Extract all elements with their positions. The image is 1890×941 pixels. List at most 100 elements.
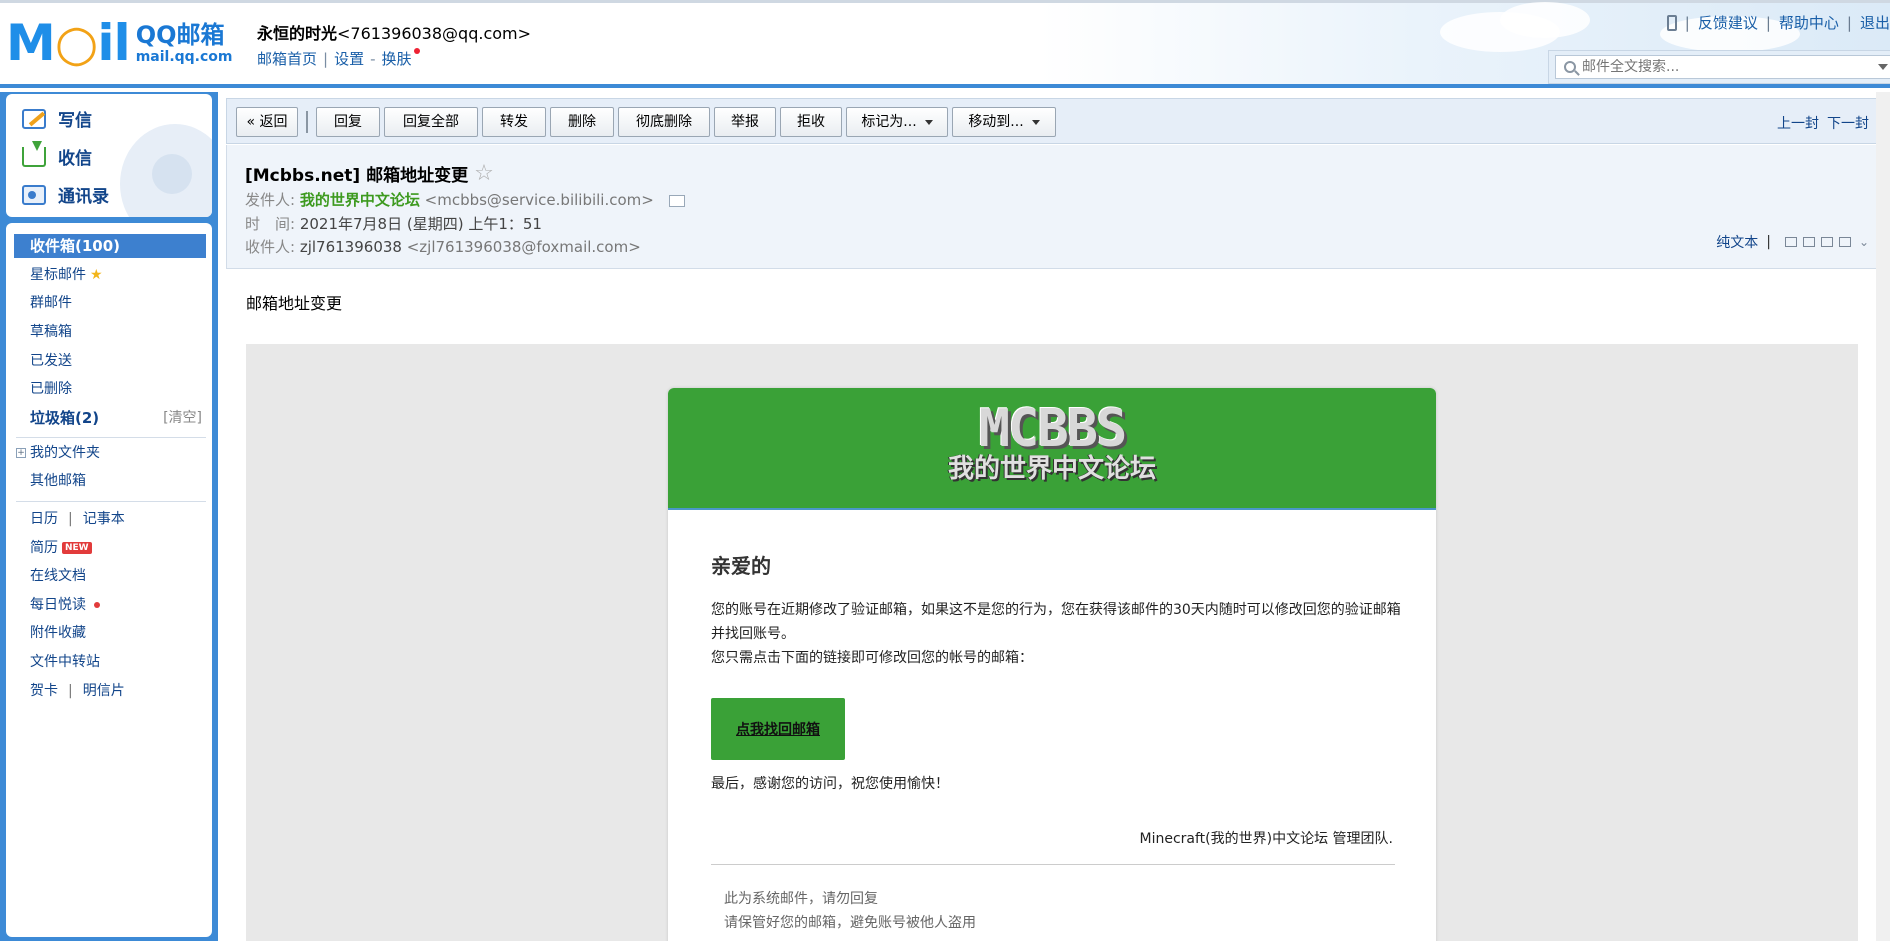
account-email: <761396038@qq.com> bbox=[337, 24, 532, 43]
account-info: 永恒的时光<761396038@qq.com> 邮箱首页 | 设置 - 换肤 bbox=[257, 24, 532, 69]
plain-text-link[interactable]: 纯文本 bbox=[1716, 232, 1758, 252]
expand-plus-icon[interactable]: + bbox=[16, 448, 26, 458]
reply-button[interactable]: 回复 bbox=[316, 107, 380, 137]
fullscreen-icon[interactable] bbox=[1802, 237, 1815, 247]
search-area bbox=[1548, 50, 1890, 84]
app-daily-reading[interactable]: 每日悦读 bbox=[14, 593, 206, 617]
footer-note: 此为系统邮件，请勿回复 bbox=[724, 891, 878, 907]
chevron-down-icon bbox=[1031, 119, 1040, 125]
app-cards: 贺卡 | 明信片 bbox=[30, 683, 125, 699]
feedback-link[interactable]: 反馈建议 bbox=[1698, 12, 1758, 33]
email-body-canvas: MCBBS 我的世界中文论坛 亲爱的 您的账号在近期修改了验证邮箱，如果这不是您… bbox=[246, 344, 1858, 941]
mail-time: 2021年7月8日 (星期四) 上午1：51 bbox=[299, 215, 542, 233]
signature: Minecraft(我的世界)中文论坛 管理团队. bbox=[1139, 831, 1393, 847]
notification-dot bbox=[413, 47, 420, 54]
back-button[interactable]: « 返回 bbox=[236, 107, 298, 137]
recipient-address: <zjl761396038@foxmail.com> bbox=[406, 238, 641, 256]
compose-icon bbox=[22, 108, 46, 129]
move-to-dropdown[interactable]: 移动到... bbox=[952, 107, 1056, 137]
main-content: « 返回 回复 回复全部 转发 删除 彻底删除 举报 拒收 标记为... 移动到… bbox=[218, 92, 1890, 941]
folder-inbox[interactable]: 收件箱(100) bbox=[14, 234, 206, 258]
contacts-label: 通讯录 bbox=[58, 187, 109, 207]
toolbar-separator bbox=[306, 111, 308, 133]
prev-mail-link[interactable]: 上一封 bbox=[1777, 113, 1819, 133]
report-button[interactable]: 举报 bbox=[714, 107, 776, 137]
receive-mail-button[interactable]: 收信 bbox=[22, 140, 92, 169]
app-file-transfer[interactable]: 文件中转站 bbox=[14, 650, 206, 674]
from-row: 发件人: 我的世界中文论坛 <mcbbs@service.bilibili.co… bbox=[245, 189, 685, 210]
mcbbs-logo: MCBBS 我的世界中文论坛 bbox=[932, 402, 1172, 494]
logout-link[interactable]: 退出 bbox=[1860, 12, 1890, 33]
junk-clear-link[interactable]: [清空] bbox=[163, 406, 202, 430]
help-center-link[interactable]: 帮助中心 bbox=[1779, 12, 1839, 33]
cloud-decoration bbox=[1500, 2, 1590, 38]
calendar-link[interactable]: 日历 bbox=[30, 511, 58, 527]
recipient-name: zjl761396038 bbox=[299, 238, 402, 256]
download-icon[interactable] bbox=[1820, 237, 1833, 247]
body-paragraph: 您的账号在近期修改了验证邮箱，如果这不是您的行为，您在获得该邮件的30天内随时可… bbox=[711, 602, 1401, 642]
app-resume[interactable]: 简历 NEW bbox=[14, 536, 206, 560]
folder-deleted[interactable]: 已删除 bbox=[14, 377, 206, 401]
print-icon[interactable] bbox=[1838, 237, 1851, 247]
contacts-button[interactable]: 通讯录 bbox=[22, 182, 109, 207]
more-options-icon[interactable]: ⌄ bbox=[1859, 235, 1869, 249]
mcbbs-logo-text: MCBBS bbox=[978, 399, 1128, 459]
phone-icon[interactable] bbox=[1666, 14, 1677, 31]
contacts-icon bbox=[22, 184, 46, 205]
unread-dot bbox=[94, 602, 100, 608]
qq-mail-logo[interactable]: M○il QQ邮箱 mail.qq.com bbox=[6, 18, 233, 68]
greeting-card-link[interactable]: 贺卡 bbox=[30, 683, 58, 699]
write-mail-button[interactable]: 写信 bbox=[22, 106, 92, 131]
reject-button[interactable]: 拒收 bbox=[780, 107, 842, 137]
folder-drafts[interactable]: 草稿箱 bbox=[14, 320, 206, 344]
app-calendar-notepad: 日历 | 记事本 bbox=[30, 511, 125, 527]
time-row: 时 间: 2021年7月8日 (星期四) 上午1：51 bbox=[245, 215, 542, 233]
to-row: 收件人: zjl761396038 <zjl761396038@foxmail.… bbox=[245, 238, 641, 256]
logo-mail-word: M○il bbox=[6, 14, 131, 72]
settings-link[interactable]: 设置 bbox=[334, 48, 364, 69]
card-banner: MCBBS 我的世界中文论坛 bbox=[668, 388, 1436, 510]
sender-address: <mcbbs@service.bilibili.com> bbox=[424, 191, 654, 209]
reply-all-button[interactable]: 回复全部 bbox=[384, 107, 478, 137]
subject-text: [Mcbbs.net] 邮箱地址变更 bbox=[245, 166, 469, 186]
mark-as-dropdown[interactable]: 标记为... bbox=[846, 107, 948, 137]
folder-group[interactable]: 群邮件 bbox=[14, 291, 206, 315]
folder-starred[interactable]: 星标邮件 ★ bbox=[14, 263, 206, 287]
body-paragraph: 您只需点击下面的链接即可修改回您的帐号的邮箱： bbox=[711, 650, 1033, 666]
star-icon: ★ bbox=[90, 267, 103, 283]
email-card: MCBBS 我的世界中文论坛 亲爱的 您的账号在近期修改了验证邮箱，如果这不是您… bbox=[668, 388, 1436, 941]
folder-other-mail[interactable]: 其他邮箱 bbox=[14, 469, 206, 493]
folder-junk[interactable]: 垃圾箱(2) [清空] bbox=[14, 406, 206, 430]
folder-panel: 收件箱(100) 星标邮件 ★ 群邮件 草稿箱 已发送 已删除 垃圾箱(2) [清… bbox=[6, 223, 212, 937]
new-window-icon[interactable] bbox=[1784, 237, 1797, 247]
mailbox-home-link[interactable]: 邮箱首页 bbox=[257, 48, 317, 69]
mail-subject: [Mcbbs.net] 邮箱地址变更 ☆ bbox=[245, 161, 494, 186]
sender-name[interactable]: 我的世界中文论坛 bbox=[300, 191, 420, 209]
mcbbs-logo-subtitle: 我的世界中文论坛 bbox=[947, 454, 1156, 484]
delete-permanently-button[interactable]: 彻底删除 bbox=[618, 107, 710, 137]
next-mail-link[interactable]: 下一封 bbox=[1827, 113, 1869, 133]
card-divider bbox=[711, 864, 1395, 865]
write-label: 写信 bbox=[58, 111, 92, 131]
search-dropdown-icon[interactable] bbox=[1878, 64, 1888, 70]
change-skin-link[interactable]: 换肤 bbox=[382, 48, 412, 69]
logo-domain: mail.qq.com bbox=[135, 49, 233, 65]
recover-email-button[interactable]: 点我找回邮箱 bbox=[711, 698, 845, 760]
inbox-label: 收信 bbox=[58, 149, 92, 169]
postcard-link[interactable]: 明信片 bbox=[83, 683, 125, 699]
folder-sent[interactable]: 已发送 bbox=[14, 349, 206, 373]
vertical-scrollbar[interactable] bbox=[1876, 92, 1890, 941]
divider bbox=[16, 437, 206, 438]
star-outline-icon[interactable]: ☆ bbox=[474, 161, 494, 186]
folder-my-folders[interactable]: + 我的文件夹 bbox=[14, 441, 206, 465]
mail-body-title: 邮箱地址变更 bbox=[246, 294, 343, 313]
chevron-down-icon bbox=[924, 119, 933, 125]
forward-button[interactable]: 转发 bbox=[482, 107, 546, 137]
search-input[interactable] bbox=[1582, 59, 1882, 75]
app-online-docs[interactable]: 在线文档 bbox=[14, 564, 206, 588]
contact-card-icon[interactable] bbox=[668, 194, 685, 207]
delete-button[interactable]: 删除 bbox=[550, 107, 614, 137]
notepad-link[interactable]: 记事本 bbox=[83, 511, 125, 527]
app-attachments[interactable]: 附件收藏 bbox=[14, 621, 206, 645]
search-icon[interactable] bbox=[1564, 61, 1576, 73]
